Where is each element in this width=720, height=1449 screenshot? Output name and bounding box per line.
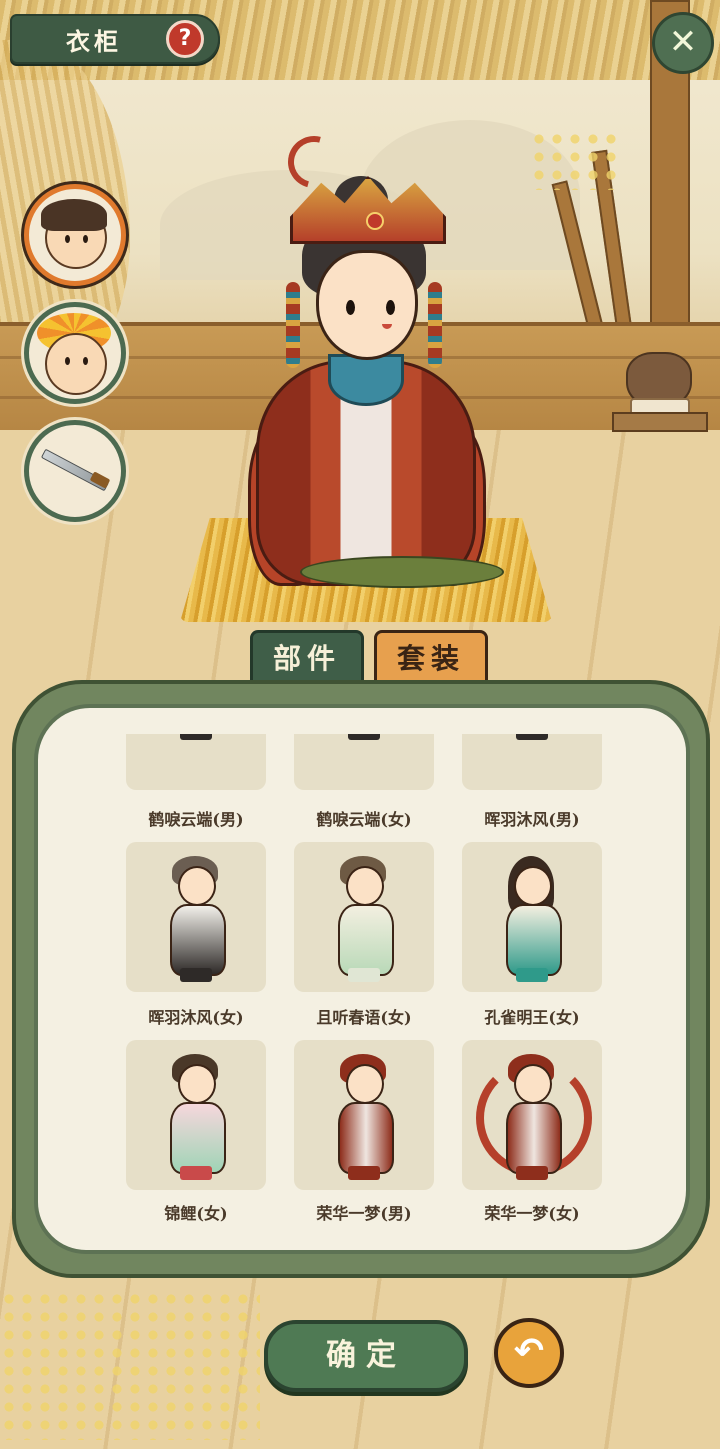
outfit-card[interactable] <box>126 1040 266 1190</box>
character-select-monkey[interactable] <box>24 302 126 404</box>
page-title: 衣柜 <box>66 27 122 56</box>
outfit-label: 荣华一梦(男) <box>316 1204 412 1223</box>
question-icon: ? <box>178 26 192 51</box>
outfit-card[interactable] <box>462 1040 602 1190</box>
help-button[interactable]: ? <box>166 20 204 58</box>
outfit-card[interactable] <box>126 734 266 790</box>
outfit-card[interactable] <box>126 842 266 992</box>
outfit-label: 荣华一梦(女) <box>484 1204 580 1223</box>
wooden-stool <box>612 412 708 432</box>
outfit-label: 鹤唳云端(男) <box>148 810 244 829</box>
outfit-label: 鹤唳云端(女) <box>316 810 412 829</box>
ginkgo-leaves <box>0 1290 260 1440</box>
outfit-label: 晖羽沐风(男) <box>484 810 580 829</box>
character-select-hero[interactable] <box>24 184 126 286</box>
outfit-grid[interactable]: 鹤唳云端(男) 鹤唳云端(女) 晖羽沐风(男) 晖羽沐风(女) 且听春语(女) … <box>110 734 620 1238</box>
ginkgo-leaves <box>530 130 620 190</box>
outfit-card[interactable] <box>294 734 434 790</box>
outfit-card[interactable] <box>294 1040 434 1190</box>
outfit-label: 孔雀明王(女) <box>484 1008 580 1027</box>
undo-button[interactable]: ↶ <box>494 1318 564 1388</box>
weapon-select[interactable] <box>24 420 126 522</box>
confirm-button[interactable]: 确定 <box>264 1320 468 1392</box>
close-icon: ✕ <box>668 22 698 62</box>
outfit-label: 晖羽沐风(女) <box>148 1008 244 1027</box>
close-button[interactable]: ✕ <box>652 12 714 74</box>
undo-icon: ↶ <box>513 1331 545 1372</box>
outfit-card[interactable] <box>462 842 602 992</box>
outfit-card[interactable] <box>462 734 602 790</box>
outfit-card[interactable] <box>294 842 434 992</box>
outfit-label: 锦鲤(女) <box>164 1204 228 1223</box>
outfit-label: 且听春语(女) <box>316 1008 412 1027</box>
